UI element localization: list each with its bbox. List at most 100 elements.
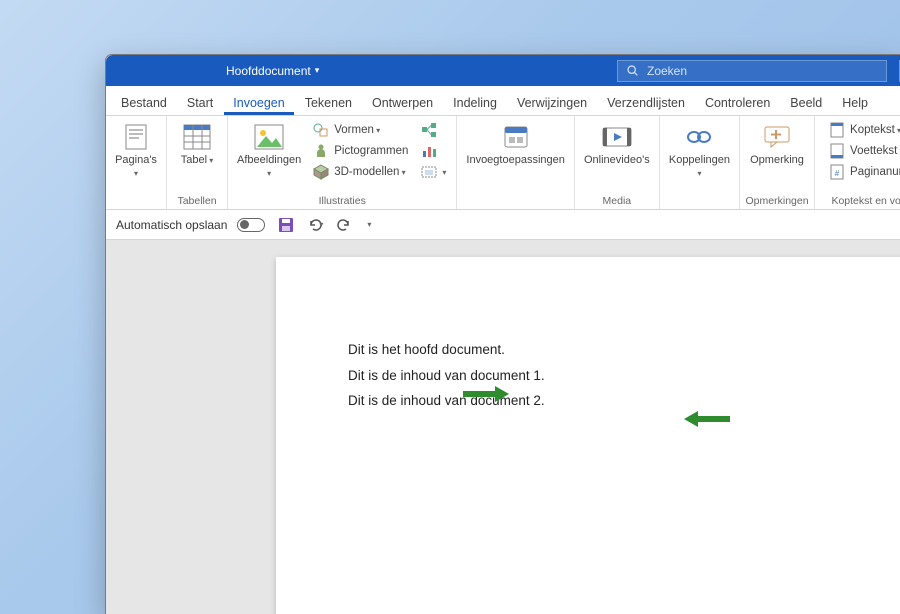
ribbon-group-headerfooter: Koptekst Voettekst # Paginanummer Koptek…	[815, 116, 900, 209]
app-window: Hoofddocument ▾ Zoeken Bestand Start Inv…	[105, 54, 900, 614]
comment-button[interactable]: Opmerking	[747, 120, 807, 169]
screenshot-icon	[421, 164, 437, 180]
document-page[interactable]: Dit is het hoofd document. Dit is de inh…	[276, 257, 900, 614]
images-button[interactable]: Afbeeldingen	[235, 120, 303, 181]
video-icon	[602, 122, 632, 152]
shapes-label: Vormen	[334, 124, 380, 136]
autosave-label: Automatisch opslaan	[116, 218, 227, 232]
pages-label: Pagina's	[115, 154, 157, 179]
table-label: Tabel	[181, 154, 214, 167]
search-icon	[626, 64, 639, 77]
tab-indeling[interactable]: Indeling	[444, 90, 506, 115]
tab-ontwerpen[interactable]: Ontwerpen	[363, 90, 442, 115]
group-label-media: Media	[575, 195, 659, 209]
pagenumber-icon: #	[829, 164, 845, 180]
redo-button[interactable]	[333, 214, 355, 236]
footer-icon	[829, 143, 845, 159]
header-icon	[829, 122, 845, 138]
ribbon-group-links: Koppelingen	[660, 116, 740, 209]
links-button[interactable]: Koppelingen	[667, 120, 732, 181]
page-icon	[121, 122, 151, 152]
pagenumber-label: Paginanummer	[850, 166, 900, 178]
images-label: Afbeeldingen	[237, 154, 301, 179]
chart-button[interactable]	[418, 141, 449, 161]
screenshot-caret	[442, 166, 446, 178]
group-label-headerfooter: Koptekst en voettekst	[815, 195, 900, 209]
qat-customize-chevron-icon[interactable]: ▾	[367, 220, 371, 229]
document-title-text: Hoofddocument	[226, 64, 311, 78]
shapes-button[interactable]: Vormen	[310, 120, 411, 140]
footer-label: Voettekst	[850, 145, 900, 157]
document-title[interactable]: Hoofddocument ▾	[226, 64, 319, 78]
tab-tekenen[interactable]: Tekenen	[296, 90, 361, 115]
redo-icon	[336, 217, 352, 233]
group-label-comments: Opmerkingen	[740, 195, 814, 209]
picture-icon	[254, 122, 284, 152]
search-box[interactable]: Zoeken	[617, 60, 887, 82]
annotation-arrow-right	[684, 410, 732, 428]
pages-button[interactable]: Pagina's	[113, 120, 159, 181]
ribbon-group-tables: Tabel Tabellen	[167, 116, 228, 209]
tab-verzendlijsten[interactable]: Verzendlijsten	[598, 90, 694, 115]
addins-icon	[501, 122, 531, 152]
document-line: Dit is het hoofd document.	[348, 337, 854, 363]
ribbon-tabs: Bestand Start Invoegen Tekenen Ontwerpen…	[106, 86, 900, 116]
table-button[interactable]: Tabel	[174, 120, 220, 169]
tab-verwijzingen[interactable]: Verwijzingen	[508, 90, 596, 115]
online-video-button[interactable]: Onlinevideo's	[582, 120, 652, 169]
document-line: Dit is de inhoud van document 2.	[348, 388, 854, 414]
pagenumber-button[interactable]: # Paginanummer	[826, 162, 900, 182]
document-canvas: Dit is het hoofd document. Dit is de inh…	[106, 240, 900, 614]
ribbon-group-addins: Invoegtoepassingen	[457, 116, 574, 209]
tab-bestand[interactable]: Bestand	[112, 90, 176, 115]
smartart-button[interactable]	[418, 120, 449, 140]
group-label-addins	[457, 195, 573, 209]
title-bar: Hoofddocument ▾ Zoeken	[106, 55, 900, 86]
header-label: Koptekst	[850, 124, 900, 136]
3d-models-button[interactable]: 3D-modellen	[310, 162, 411, 182]
video-label: Onlinevideo's	[584, 154, 650, 167]
footer-button[interactable]: Voettekst	[826, 141, 900, 161]
tab-help[interactable]: Help	[833, 90, 877, 115]
tab-invoegen[interactable]: Invoegen	[224, 90, 293, 115]
header-button[interactable]: Koptekst	[826, 120, 900, 140]
group-label-illustrations: Illustraties	[228, 195, 456, 209]
search-placeholder: Zoeken	[647, 64, 687, 78]
document-line: Dit is de inhoud van document 1.	[348, 363, 854, 389]
quick-access-toolbar: Automatisch opslaan ▾ ▾	[106, 210, 900, 240]
group-label-links	[660, 195, 739, 209]
svg-text:#: #	[835, 169, 840, 178]
ribbon-group-illustrations: Afbeeldingen Vormen Pictogrammen 3D-mode…	[228, 116, 457, 209]
pictogram-icon	[313, 143, 329, 159]
addins-label: Invoegtoepassingen	[466, 154, 564, 167]
chart-icon	[421, 143, 437, 159]
save-button[interactable]	[275, 214, 297, 236]
group-label-tables: Tabellen	[167, 195, 227, 209]
tab-beeld[interactable]: Beeld	[781, 90, 831, 115]
link-icon	[684, 122, 714, 152]
ribbon-group-pages: Pagina's	[106, 116, 167, 209]
ribbon-group-media: Onlinevideo's Media	[575, 116, 660, 209]
annotation-arrow-left	[461, 385, 509, 403]
undo-button[interactable]: ▾	[307, 217, 323, 233]
ribbon: Pagina's Tabel Tabellen	[106, 116, 900, 210]
table-icon	[182, 122, 212, 152]
autosave-toggle[interactable]	[237, 218, 265, 232]
chevron-down-icon: ▾	[319, 220, 323, 229]
chevron-down-icon: ▾	[315, 65, 320, 76]
ribbon-group-comments: Opmerking Opmerkingen	[740, 116, 815, 209]
pictogram-label: Pictogrammen	[334, 145, 408, 157]
cube-icon	[313, 164, 329, 180]
group-label-pages	[106, 195, 166, 209]
comment-icon	[762, 122, 792, 152]
3d-label: 3D-modellen	[334, 166, 405, 178]
tab-start[interactable]: Start	[178, 90, 222, 115]
smartart-icon	[421, 122, 437, 138]
tab-controleren[interactable]: Controleren	[696, 90, 779, 115]
links-label: Koppelingen	[669, 154, 730, 179]
screenshot-button[interactable]	[418, 162, 449, 182]
addins-button[interactable]: Invoegtoepassingen	[464, 120, 566, 169]
shapes-icon	[313, 122, 329, 138]
save-icon	[278, 217, 294, 233]
icons-button[interactable]: Pictogrammen	[310, 141, 411, 161]
